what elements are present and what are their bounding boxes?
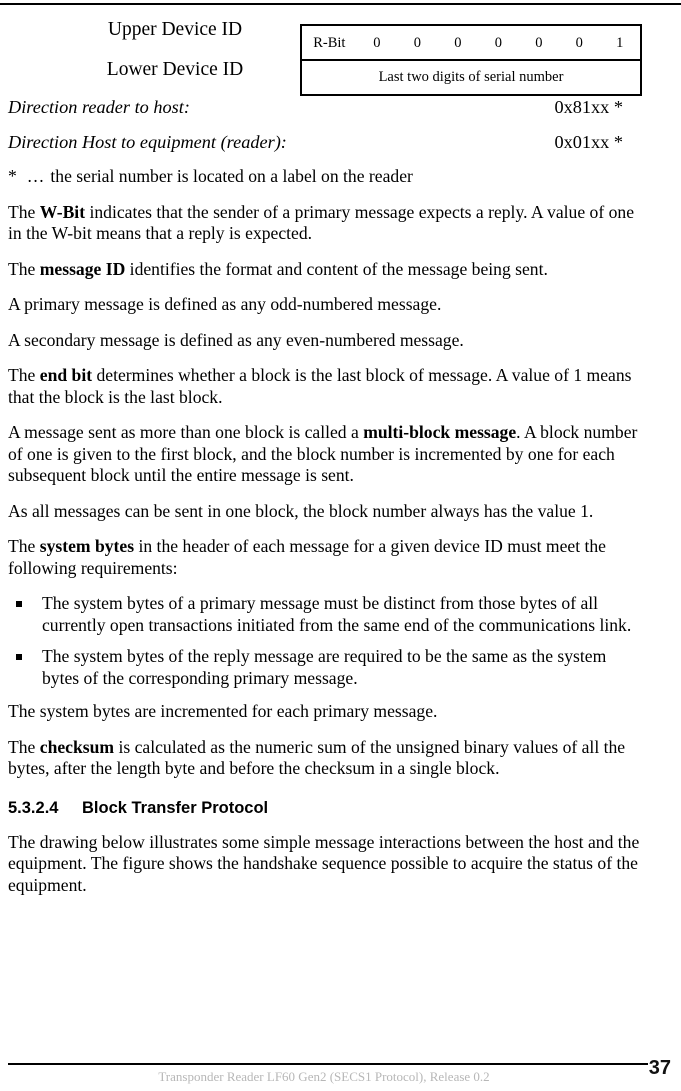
serial-number-footnote: * … the serial number is located on a labe… [8,166,643,188]
section-number: 5.3.2.4 [8,798,59,817]
device-id-cell-bit2: 0 [535,34,543,51]
multi-block-term: multi-block message [363,422,517,442]
square-bullet-icon [16,654,22,660]
section-title: Block Transfer Protocol [82,798,269,817]
page-number: 37 [648,1057,671,1079]
paragraph-message-id: The message ID identifies the format and… [8,259,643,281]
device-id-upper-row: R-Bit 0 0 0 0 0 0 1 [302,26,640,61]
lower-device-id-label: Lower Device ID [106,59,244,80]
header-rule [0,3,681,5]
system-bytes-requirements-list: The system bytes of a primary message mu… [8,593,643,689]
device-id-cell-bit1: 0 [575,34,583,51]
direction-host-to-equipment: Direction Host to equipment (reader): 0x… [8,131,643,153]
message-id-term: message ID [39,258,126,279]
message-id-lead: The [8,258,40,279]
direction-reader-to-host-label: Direction reader to host: [8,97,190,117]
device-id-lower-row: Last two digits of serial number [378,69,564,85]
paragraph-secondary-message: A secondary message is defined as any ev… [8,329,464,350]
w-bit-lead: The [8,201,40,222]
paragraph-multi-block: A message sent as more than one block is… [8,422,643,487]
list-item-text: The system bytes of a primary message mu… [42,593,632,635]
paragraph-block-transfer-intro: The drawing below illustrates some simpl… [8,831,640,895]
upper-device-id-label: Upper Device ID [107,19,243,40]
message-id-rest: identifies the format and content of the… [125,258,548,279]
footer-rule [8,1063,648,1065]
w-bit-rest: indicates that the sender of a primary m… [8,201,635,244]
end-bit-rest: determines whether a block is the last b… [8,365,632,407]
system-bytes-lead: The [8,536,40,556]
device-id-labels: Upper Device ID Lower Device ID [60,10,290,90]
footnote-star: * [8,166,17,186]
multi-block-lead: A message sent as more than one block is… [8,422,364,442]
body-block: Direction reader to host: 0x81xx * Direc… [0,96,681,896]
direction-reader-to-host-value: 0x81xx * [554,97,623,117]
checksum-term: checksum [39,736,115,757]
paragraph-block-number-value: As all messages can be sent in one block… [8,500,594,521]
list-item: The system bytes of the reply message ar… [8,646,643,689]
device-id-cell-bit4: 0 [454,34,462,51]
device-id-table: R-Bit 0 0 0 0 0 0 1 Last two digits of s… [300,24,642,96]
direction-host-to-equipment-value: 0x01xx * [554,132,623,152]
device-id-cell-rbit: R-Bit [313,34,346,51]
page-footer: Transponder Reader LF60 Gen2 (SECS1 Prot… [0,1055,681,1091]
w-bit-term: W-Bit [39,201,86,222]
list-item-text: The system bytes of the reply message ar… [42,646,607,688]
device-id-cell-bit3: 0 [494,34,502,51]
paragraph-system-bytes-incremented: The system bytes are incremented for eac… [8,701,438,721]
system-bytes-term: system bytes [39,536,135,556]
page-content: Upper Device ID Lower Device ID R-Bit 0 … [0,10,681,910]
paragraph-primary-message: A primary message is defined as any odd-… [8,294,442,314]
device-id-cell-bit5: 0 [413,34,421,51]
paragraph-w-bit: The W-Bit indicates that the sender of a… [8,202,643,245]
device-id-figure: Upper Device ID Lower Device ID R-Bit 0 … [0,10,681,96]
end-bit-term: end bit [39,365,93,385]
footnote-text: the serial number is located on a label … [50,166,413,186]
paragraph-checksum: The checksum is calculated as the numeri… [8,737,643,780]
square-bullet-icon [16,601,22,607]
direction-host-to-equipment-label: Direction Host to equipment (reader): [8,132,287,152]
checksum-lead: The [8,736,40,757]
end-bit-lead: The [8,365,40,385]
paragraph-system-bytes-intro: The system bytes in the header of each m… [8,536,643,579]
device-id-cell-bit6: 0 [373,34,381,51]
document-page: Upper Device ID Lower Device ID R-Bit 0 … [0,0,681,1091]
page-title: 5.3.2.4 Block Transfer Protocol [8,798,643,818]
device-id-cell-bit0: 1 [616,34,624,51]
direction-reader-to-host: Direction reader to host: 0x81xx * [8,96,643,118]
footer-document-title: Transponder Reader LF60 Gen2 (SECS1 Prot… [158,1069,490,1084]
list-item: The system bytes of a primary message mu… [8,593,643,636]
paragraph-end-bit: The end bit determines whether a block i… [8,365,643,408]
footnote-ellipsis: … [26,166,45,186]
